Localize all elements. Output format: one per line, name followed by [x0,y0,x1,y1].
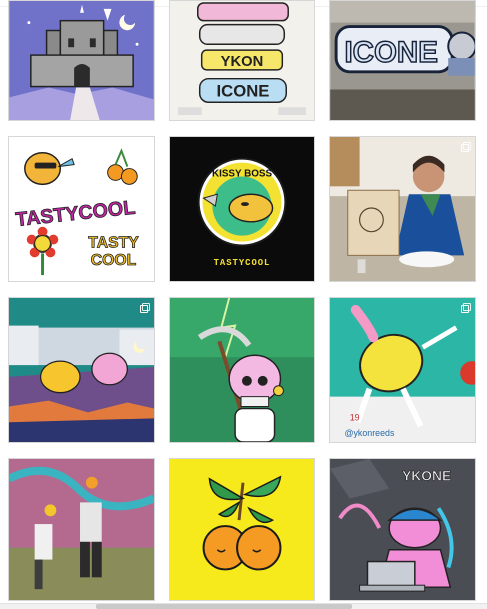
post-tile[interactable] [8,297,155,443]
laptop-graffiti-character: YKONE [330,459,475,600]
icone-graffiti-wall: ICONE [330,1,475,120]
multiple-images-icon [140,142,150,152]
horizontal-scrollbar[interactable] [0,603,487,609]
ykone-tag: YKONE [402,469,451,484]
multiple-images-icon [140,303,150,313]
kissy-boss-text: KISSY BOSS [212,168,273,179]
post-tile[interactable] [169,458,315,601]
icone-lettering: ICONE [217,81,270,100]
svg-text:19: 19 [350,412,360,422]
artist-handle: @ykonreeds [345,428,395,438]
oranges-illustration [170,459,314,600]
post-tile[interactable] [329,136,476,282]
post-tile[interactable]: YKONE [329,458,476,601]
multiple-images-icon [461,303,471,313]
post-tile[interactable]: TASTYCOOL TASTY COOL [8,136,155,282]
tastycool-caption: TASTYCOOL [214,258,271,268]
post-grid: YKON ICONE ICONE TASTYCOOL TASTY COOL KI… [8,0,476,602]
post-tile[interactable]: KISSY BOSS TASTYCOOL [169,136,315,282]
post-tile[interactable]: ICONE [329,0,476,121]
post-tile[interactable] [8,458,155,601]
painting-wall-photo [9,459,154,600]
post-tile[interactable] [8,0,155,121]
lemon-mural: @ykonreeds 19 [330,298,475,442]
icone-graffiti-text: ICONE [344,36,437,69]
lettering-sketches: YKON ICONE [170,1,314,120]
post-tile[interactable] [169,297,315,443]
kissy-boss-logo: KISSY BOSS TASTYCOOL [170,137,314,281]
castle-illustration [9,1,154,120]
tastycool-stickers: TASTYCOOL TASTY COOL [9,137,154,281]
scrollbar-thumb[interactable] [96,604,352,609]
tasty-text: TASTY [88,234,139,251]
artist-at-table [330,137,475,281]
night-dance-illustration [9,298,154,442]
skull-reaper-illustration [170,298,314,442]
post-tile[interactable]: @ykonreeds 19 [329,297,476,443]
multiple-images-icon [461,142,471,152]
ykon-lettering: YKON [221,54,264,70]
post-tile[interactable]: YKON ICONE [169,0,315,121]
cool-text: COOL [91,252,137,269]
